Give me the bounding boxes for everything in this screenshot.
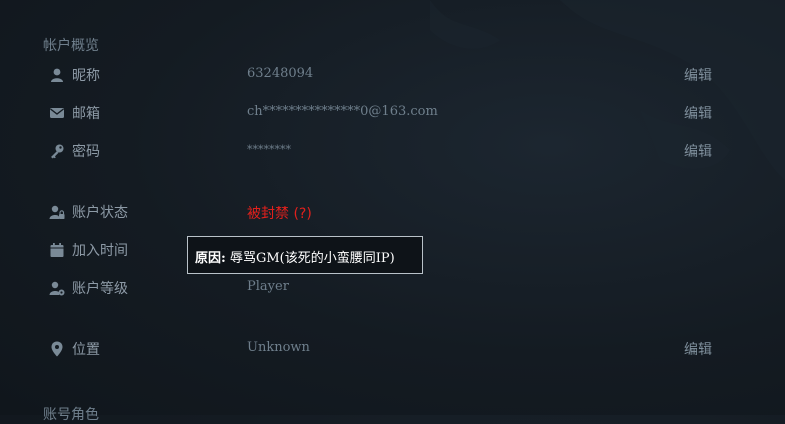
row-nickname: 昵称 63248094 编辑 [0,60,785,90]
row-account-status: 账户状态 被封禁 (?) [0,197,785,227]
email-label: 邮箱 [72,106,100,122]
edit-location-button[interactable]: 编辑 [684,339,712,359]
calendar-icon [50,243,64,257]
account-status-label: 账户状态 [72,205,128,221]
row-email: 邮箱 ch***************0@163.com 编辑 [0,98,785,128]
password-label: 密码 [72,144,100,160]
password-value: ******** [247,143,291,156]
join-time-label: 加入时间 [72,243,128,259]
edit-password-button[interactable]: 编辑 [684,141,712,161]
row-account-level: 账户等级 Player [0,273,785,303]
user-cog-icon [49,281,65,296]
nickname-label: 昵称 [72,68,100,84]
mail-icon [50,108,64,118]
user-lock-icon [49,205,65,219]
edit-nickname-button[interactable]: 编辑 [684,65,712,85]
user-icon [51,68,63,82]
key-icon [51,144,64,159]
account-level-label: 账户等级 [72,281,128,297]
section-title-characters: 账号角色 [43,407,99,423]
ban-reason-tooltip: 原因: 辱骂GM(该死的小蛮腰同IP) [187,236,423,274]
tooltip-prefix: 原因: [195,251,226,266]
tooltip-text: 辱骂GM(该死的小蛮腰同IP) [229,251,395,266]
account-level-value: Player [247,279,289,294]
location-pin-icon [51,341,63,357]
section-title-overview: 帐户概览 [43,38,99,54]
row-password: 密码 ******** 编辑 [0,136,785,166]
email-value: ch***************0@163.com [247,104,438,119]
edit-email-button[interactable]: 编辑 [684,103,712,123]
nickname-value: 63248094 [247,66,314,81]
location-value: Unknown [247,340,310,355]
account-status-value[interactable]: 被封禁 (?) [247,203,312,223]
location-label: 位置 [72,342,100,358]
row-location: 位置 Unknown 编辑 [0,334,785,364]
